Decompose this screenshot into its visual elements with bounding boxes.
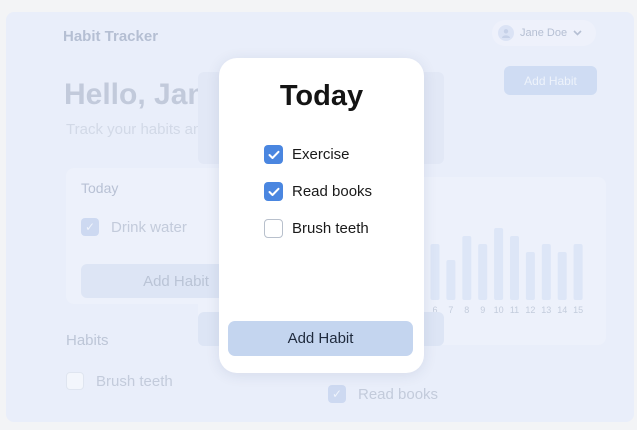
chart-bar (462, 236, 472, 300)
modal-item-read-books[interactable]: Read books (264, 182, 372, 201)
modal-item-label: Brush teeth (292, 220, 369, 237)
check-icon (268, 150, 279, 159)
chevron-down-icon (573, 30, 582, 36)
checkbox-unchecked[interactable] (264, 219, 283, 238)
chart-bar (430, 244, 440, 300)
chart-tick-label: 14 (557, 305, 567, 315)
habit-item[interactable]: ✓ Read books (328, 385, 438, 403)
habits-heading: Habits (66, 332, 109, 349)
checkbox[interactable] (66, 372, 84, 390)
chart-tick-label: 13 (541, 305, 551, 315)
chart-bar (541, 244, 551, 300)
modal-title: Today (279, 80, 364, 112)
chart-bar (557, 252, 567, 300)
modal-item-label: Exercise (292, 146, 350, 163)
add-habit-button[interactable]: Add Habit (504, 66, 597, 95)
today-modal: Today Exercise Read books Brush teeth Ad… (219, 58, 424, 373)
checkbox-checked[interactable] (264, 145, 283, 164)
checkbox-checked[interactable] (264, 182, 283, 201)
check-icon[interactable]: ✓ (81, 218, 99, 236)
chart-tick-label: 10 (494, 305, 504, 315)
chart-tick-label: 11 (510, 305, 519, 315)
today-item[interactable]: ✓ Drink water (81, 218, 187, 236)
chart-tick-label: 15 (573, 305, 583, 315)
user-menu[interactable]: Jane Doe (492, 20, 596, 46)
check-icon (268, 187, 279, 196)
chart-tick-label: 8 (464, 305, 469, 315)
app-title: Habit Tracker (63, 28, 159, 45)
chart-tick-label: 7 (448, 305, 453, 315)
chart-bar (478, 244, 488, 300)
chart-bar (573, 244, 583, 300)
avatar (498, 25, 514, 41)
chart-tick-label: 12 (525, 305, 535, 315)
user-icon (502, 29, 510, 38)
today-item-label: Drink water (111, 218, 187, 236)
chart-bar (510, 236, 519, 300)
habit-item-label: Read books (358, 385, 439, 403)
modal-add-habit-button[interactable]: Add Habit (228, 321, 413, 356)
chart-bar (446, 260, 456, 300)
modal-item-exercise[interactable]: Exercise (264, 145, 350, 164)
habit-item-label: Brush teeth (96, 372, 173, 390)
modal-item-brush-teeth[interactable]: Brush teeth (264, 219, 369, 238)
chart-tick-label: 9 (480, 305, 485, 315)
check-icon[interactable]: ✓ (328, 385, 346, 403)
habit-item[interactable]: Brush teeth (66, 372, 173, 390)
user-name: Jane Doe (520, 27, 568, 39)
today-card-title: Today (81, 180, 119, 196)
modal-item-label: Read books (292, 183, 373, 200)
chart-bar (494, 228, 504, 300)
today-card: Today ✓ Drink water Add Habit (66, 168, 271, 304)
chart-bar (525, 252, 535, 300)
